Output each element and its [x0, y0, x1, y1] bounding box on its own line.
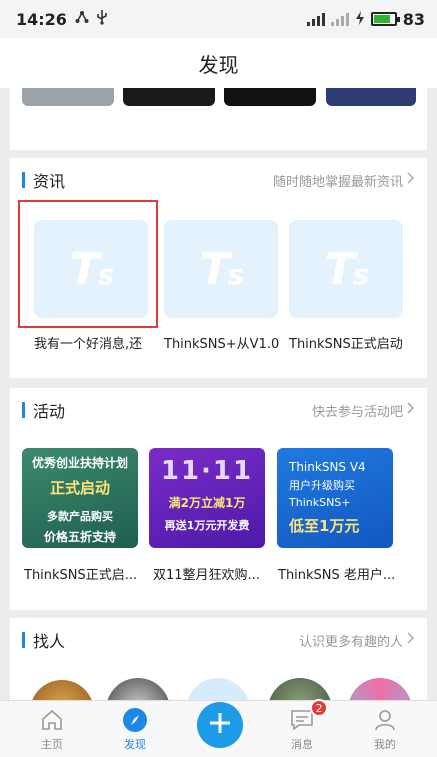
tab-discover-label: 发现	[124, 738, 146, 751]
news-more-link[interactable]: 随时随地掌握最新资讯	[273, 171, 415, 190]
events-title: 活动	[33, 402, 66, 421]
people-header: 找人 认识更多有趣的人	[10, 618, 427, 662]
people-more-link[interactable]: 认识更多有趣的人	[299, 631, 415, 650]
tab-messages[interactable]: 消息 2	[262, 699, 342, 757]
events-more-link[interactable]: 快去参与活动吧	[312, 401, 415, 420]
avatar[interactable]	[30, 680, 94, 700]
tab-home-label: 主页	[41, 738, 63, 751]
page-title: 发现	[198, 52, 239, 77]
news-label-1[interactable]: 我有一个好消息,还	[34, 333, 158, 352]
status-time: 14:26	[16, 9, 67, 29]
events-more-label: 快去参与活动吧	[311, 404, 403, 420]
banner-thumb-3[interactable]	[224, 88, 316, 106]
event-label-1[interactable]: ThinkSNS正式启...	[24, 564, 137, 583]
share-icon	[75, 10, 89, 28]
news-label-3[interactable]: ThinkSNS正式启动	[289, 333, 419, 352]
tab-mine[interactable]: 我的	[345, 701, 425, 757]
tab-mine-label: 我的	[374, 738, 396, 751]
avatar[interactable]	[106, 678, 170, 700]
events-header: 活动 快去参与活动吧	[10, 388, 427, 432]
banner-thumb-1[interactable]	[22, 88, 114, 106]
people-more-label: 认识更多有趣的人	[298, 634, 403, 650]
ts-logo-icon: Ts	[199, 243, 245, 295]
news-header: 资讯 随时随地掌握最新资讯	[10, 158, 427, 202]
publish-button[interactable]	[197, 702, 243, 748]
people-title: 找人	[33, 632, 66, 651]
battery-level: 83	[402, 9, 425, 29]
banner-thumb-2[interactable]	[123, 88, 215, 106]
home-icon	[39, 707, 65, 733]
news-section: 资讯 随时随地掌握最新资讯 Ts Ts Ts 我有一个好消息,还 ThinkSN…	[10, 158, 427, 378]
battery-icon	[370, 12, 400, 26]
news-card-2[interactable]: Ts	[164, 220, 278, 318]
event-image-1[interactable]: 优秀创业扶持计划 正式启动 多款产品购买 价格五折支持	[22, 448, 138, 548]
usb-icon	[96, 9, 108, 29]
event-3-text-4: 低至1万元	[289, 517, 360, 535]
section-marker	[22, 632, 25, 648]
news-more-label: 随时随地掌握最新资讯	[272, 174, 403, 190]
user-icon	[372, 707, 398, 733]
selection-highlight	[18, 200, 158, 328]
charging-icon	[355, 10, 365, 29]
compass-icon	[122, 707, 148, 733]
avatar[interactable]	[348, 678, 412, 700]
event-1-text-2: 正式启动	[49, 479, 110, 497]
event-image-2[interactable]: 11·11 满2万立减1万 再送1万元开发费	[149, 448, 265, 548]
banner-thumb-4[interactable]	[326, 88, 416, 106]
top-banner-strip[interactable]	[10, 88, 427, 150]
message-count-badge: 2	[310, 699, 328, 717]
news-label-2[interactable]: ThinkSNS+从V1.0	[164, 333, 288, 352]
event-3-text-2: 用户升级购买	[289, 479, 355, 492]
chevron-right-icon	[407, 632, 415, 648]
avatar[interactable]	[268, 678, 332, 700]
section-marker	[22, 172, 25, 188]
people-section: 找人 认识更多有趣的人	[10, 618, 427, 700]
event-label-3[interactable]: ThinkSNS 老用户...	[278, 564, 395, 583]
news-card-3[interactable]: Ts	[289, 220, 403, 318]
tab-home[interactable]: 主页	[12, 701, 92, 757]
tab-messages-label: 消息	[291, 738, 313, 751]
event-2-text-3: 再送1万元开发费	[164, 519, 250, 532]
event-2-text-2: 满2万立减1万	[168, 496, 246, 510]
avatar[interactable]	[186, 678, 250, 700]
signal-2-icon	[330, 12, 349, 26]
event-image-3[interactable]: ThinkSNS V4 用户升级购买 ThinkSNS+ 低至1万元	[277, 448, 393, 548]
event-3-text-1: ThinkSNS V4	[289, 460, 366, 474]
events-section: 活动 快去参与活动吧 优秀创业扶持计划 正式启动 多款产品购买 价格五折支持 1…	[10, 388, 427, 610]
news-title: 资讯	[33, 172, 66, 191]
event-2-text-1: 11·11	[160, 456, 254, 486]
event-3-text-3: ThinkSNS+	[289, 496, 351, 509]
signal-icon	[306, 12, 325, 26]
tab-discover[interactable]: 发现	[95, 701, 175, 757]
event-label-2[interactable]: 双11整月狂欢购...	[153, 564, 260, 583]
page-title-bar: 发现	[0, 38, 437, 88]
event-1-text-3: 多款产品购买	[47, 510, 113, 523]
ts-logo-icon: Ts	[324, 243, 370, 295]
plus-icon	[208, 711, 232, 739]
section-marker	[22, 402, 25, 418]
chevron-right-icon	[407, 402, 415, 418]
chevron-right-icon	[407, 172, 415, 188]
status-bar: 14:26 83	[0, 0, 437, 38]
event-1-text-4: 价格五折支持	[43, 530, 116, 544]
event-1-text-1: 优秀创业扶持计划	[31, 456, 128, 470]
